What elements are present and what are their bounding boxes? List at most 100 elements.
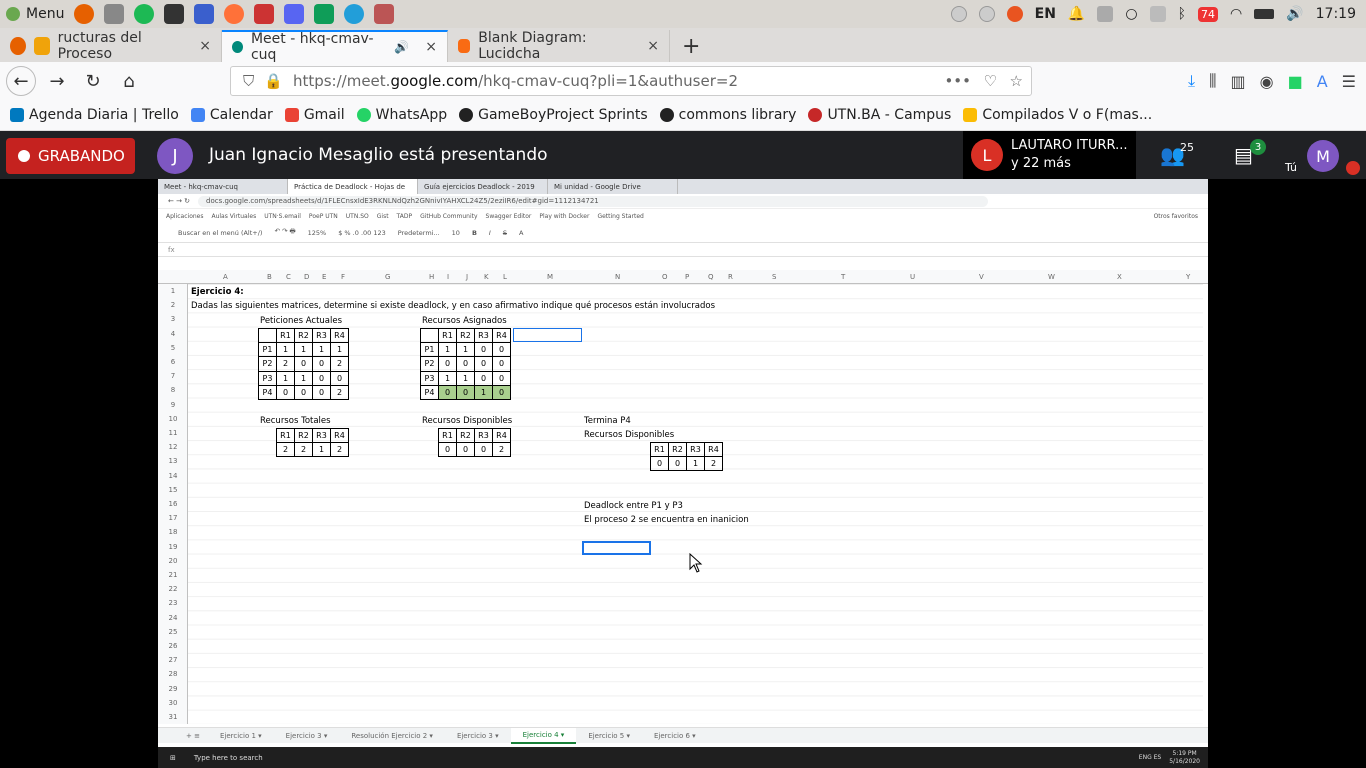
discord-icon[interactable] (284, 4, 305, 24)
tools-icon[interactable] (374, 4, 395, 24)
sheet-tab: Ejercicio 6 ▾ (654, 731, 696, 740)
download-icon[interactable]: ⤓ (1188, 71, 1195, 91)
firefox-icon[interactable] (74, 4, 95, 24)
home-button[interactable]: ⌂ (114, 66, 144, 96)
url-text[interactable]: https://meet.google.com/hkq-cmav-cuq?pli… (293, 72, 738, 90)
gamepad-icon[interactable] (1149, 6, 1166, 22)
shield-icon[interactable]: ⛉ (243, 72, 254, 90)
bookmark-gmail[interactable]: Gmail (284, 107, 345, 123)
spreadsheet-icon[interactable] (314, 4, 335, 24)
translate-icon[interactable]: A (1317, 72, 1328, 91)
table-cell: R1 (650, 441, 669, 458)
os-menu[interactable]: Menu (0, 6, 64, 22)
new-tab-button[interactable]: + (670, 30, 712, 62)
firefox-active-icon[interactable] (224, 4, 245, 24)
windows-start-icon: ⊞ (170, 753, 176, 762)
more-actions-icon[interactable]: ••• (944, 72, 971, 90)
table-row: P4 0 0 1 0 (420, 384, 511, 400)
library-icon[interactable]: ⫼ (1209, 71, 1216, 91)
sheet-tab: Ejercicio 3 ▾ (456, 731, 499, 740)
spotify-icon[interactable] (134, 4, 155, 24)
image-viewer-icon[interactable] (104, 4, 125, 24)
table-cell: 1 (294, 342, 313, 358)
mouse-cursor-icon (689, 553, 703, 573)
bookmarks-bar: Agenda Diaria | Trello Calendar Gmail Wh… (0, 100, 1366, 131)
speaker-icon[interactable]: 🔊 (394, 40, 409, 54)
hamburger-menu-icon[interactable]: ☰ (1342, 72, 1356, 91)
bookmark-star-icon[interactable]: ☆ (1010, 72, 1023, 90)
bookmark-utn[interactable]: UTN.BA - Campus (808, 107, 951, 123)
url-bar[interactable]: ⛉ 🔒 https://meet.google.com/hkq-cmav-cuq… (230, 66, 1032, 96)
participant-tile[interactable]: L LAUTARO ITURR... y 22 más (963, 131, 1136, 179)
termina-label: Termina P4 (584, 416, 631, 426)
row-header: 25 (168, 627, 178, 636)
close-tab-icon[interactable]: × (199, 38, 211, 54)
table-cell: 0 (492, 384, 511, 400)
presenter-avatar: J (157, 138, 193, 174)
row-header: 12 (168, 443, 178, 452)
pocket-icon[interactable]: ♡ (984, 72, 997, 90)
whatsapp-icon (356, 108, 371, 122)
minimize-icon[interactable] (950, 6, 967, 22)
row-header: 19 (168, 542, 178, 551)
disponibles-label: Recursos Disponibles (422, 416, 513, 426)
tab-lucidchart[interactable]: Blank Diagram: Lucidcha × (448, 30, 670, 62)
bookmark-commons[interactable]: commons library (659, 107, 796, 123)
inanicion-text: El proceso 2 se encuentra en inanicion (584, 515, 749, 525)
battery-icon[interactable] (1254, 9, 1275, 19)
bookmark-compilados[interactable]: Compilados V o F(mas... (963, 107, 1152, 123)
table-row: R1 R2 R3 R4 (258, 327, 349, 344)
close-tab-icon[interactable]: × (425, 39, 437, 55)
table-cell: 1 (312, 442, 331, 458)
asignados-label: Recursos Asignados (422, 316, 507, 326)
wifi-icon[interactable]: ◠ (1230, 6, 1242, 22)
close-tab-icon[interactable]: × (647, 38, 659, 54)
table-cell: 2 (330, 384, 349, 400)
close-window-icon[interactable] (1006, 6, 1023, 22)
forward-button[interactable]: → (42, 66, 72, 96)
column-header-B: B (267, 273, 272, 281)
telegram-icon[interactable] (344, 4, 365, 24)
back-button[interactable]: ← (6, 66, 36, 96)
bulb-icon[interactable]: ○ (1125, 6, 1137, 22)
whatsapp-ext-icon[interactable]: ■ (1288, 72, 1303, 91)
table-cell: 0 (312, 384, 331, 400)
network-manager-icon[interactable] (1097, 6, 1114, 22)
sidebar-icon[interactable]: ▥ (1230, 72, 1245, 91)
bookmark-calendar[interactable]: Calendar (190, 107, 273, 123)
table-cell: R3 (312, 427, 331, 444)
table-cell: 0 (492, 342, 511, 358)
monitor-icon[interactable] (254, 4, 275, 24)
clock[interactable]: 17:19 (1316, 6, 1356, 22)
reload-button[interactable]: ↻ (78, 66, 108, 96)
mic-icon[interactable] (33, 37, 50, 55)
bookmark-whatsapp[interactable]: WhatsApp (356, 107, 447, 123)
table-cell: P4 (420, 384, 439, 400)
bookmark-trello[interactable]: Agenda Diaria | Trello (10, 107, 179, 123)
lucidchart-icon (458, 39, 471, 53)
wizard-icon[interactable] (194, 4, 215, 24)
table-cell: 0 (312, 356, 331, 372)
notification-badge[interactable]: 74 (1197, 6, 1218, 22)
tab-meet[interactable]: Meet - hkq-cmav-cuq 🔊 × (222, 30, 448, 63)
bell-icon[interactable]: 🔔 (1068, 6, 1085, 22)
taskbar-search: Type here to search (193, 753, 263, 762)
bluetooth-icon[interactable]: ᛒ (1178, 6, 1186, 22)
participant-avatar: L (971, 139, 1003, 171)
bookmark-gameboy[interactable]: GameBoyProject Sprints (459, 107, 648, 123)
table-row: R1 R2 R3 R4 (276, 427, 349, 444)
shared-tab: Mi unidad - Google Drive (548, 179, 678, 194)
table-cell: 0 (312, 370, 331, 386)
table-cell: 0 (474, 442, 493, 458)
column-header-P: P (685, 273, 690, 281)
keyboard-lang[interactable]: EN (1035, 6, 1056, 22)
terminal-icon[interactable] (164, 4, 185, 24)
row-header: 15 (168, 485, 178, 494)
tab-procesos[interactable]: ructuras del Proceso × (0, 30, 222, 62)
volume-icon[interactable]: 🔊 (1286, 6, 1303, 22)
lock-icon[interactable]: 🔒 (264, 72, 283, 90)
self-avatar[interactable]: M (1307, 140, 1339, 172)
account-icon[interactable]: ◉ (1260, 72, 1274, 91)
maximize-icon[interactable] (978, 6, 995, 22)
muted-mic-icon (1346, 161, 1360, 175)
